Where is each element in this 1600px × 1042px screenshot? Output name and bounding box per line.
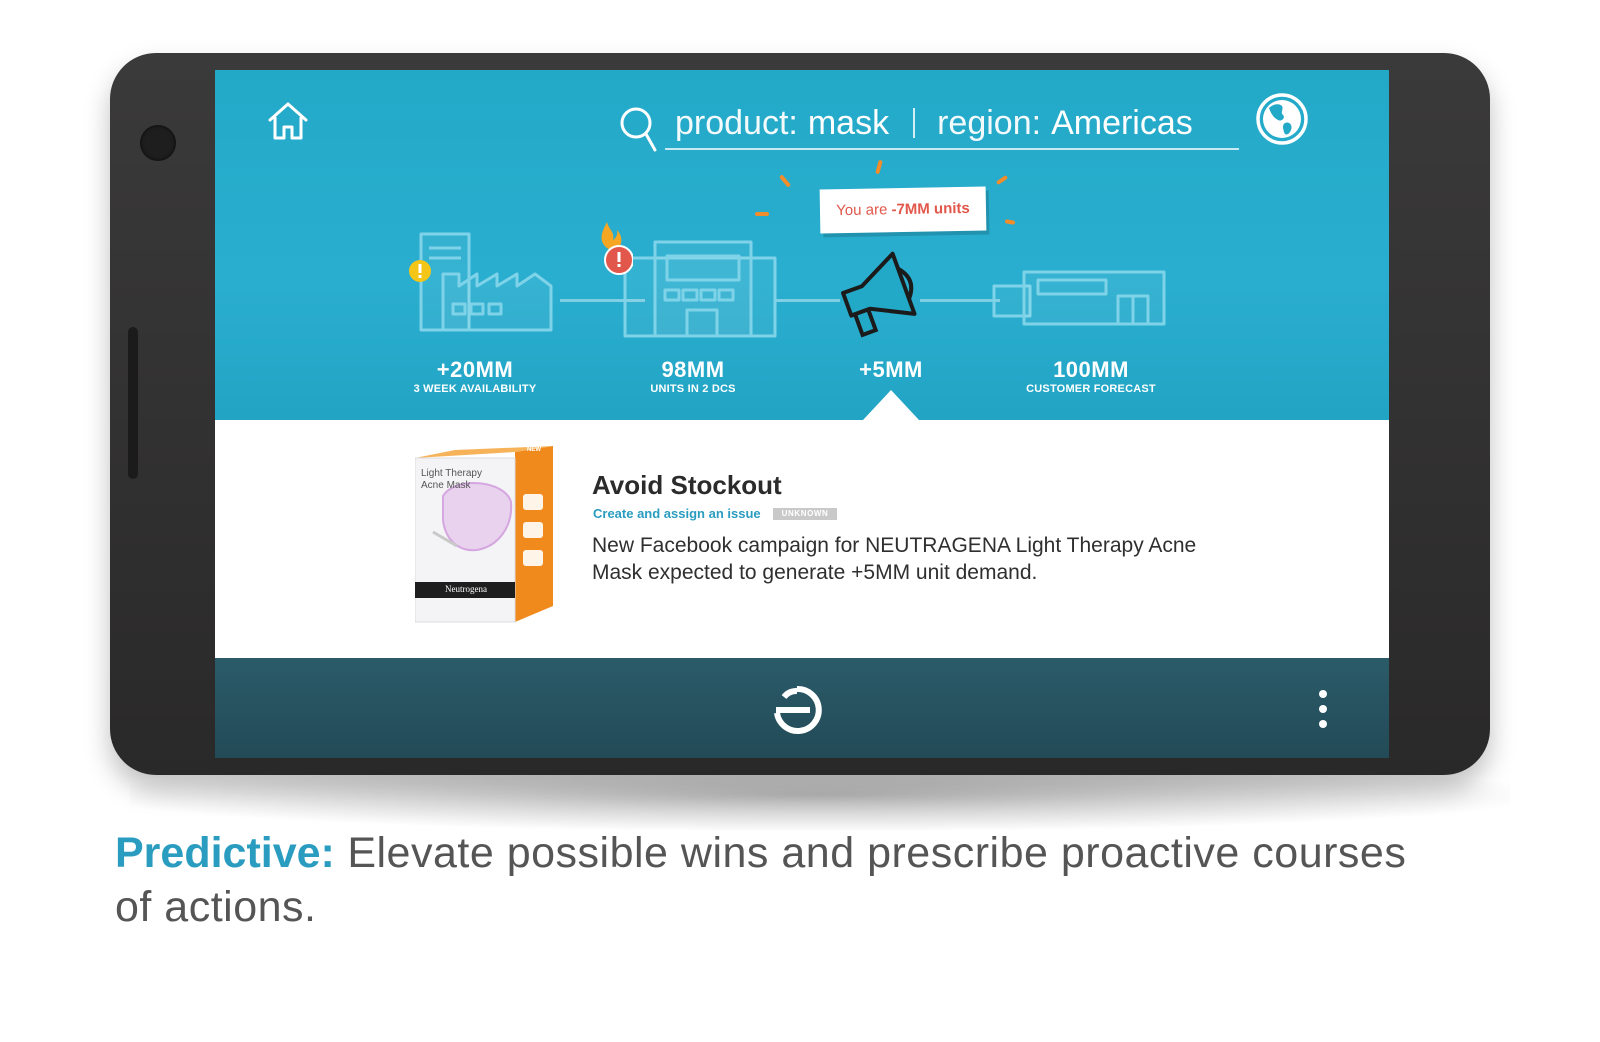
caption-highlight: Predictive: bbox=[115, 829, 335, 877]
speaker-slot bbox=[128, 327, 138, 479]
alert-prefix: You are bbox=[836, 201, 892, 220]
product-name-line1: Light Therapy bbox=[421, 468, 482, 479]
bottom-app-bar bbox=[215, 658, 1389, 758]
spark-mark bbox=[875, 159, 883, 175]
stat-customer-forecast: 100MM CUSTOMER FORECAST bbox=[981, 358, 1201, 396]
more-options-icon[interactable] bbox=[1309, 688, 1337, 730]
selection-pointer bbox=[863, 390, 919, 420]
search-query[interactable]: product: mask region: Americas bbox=[665, 98, 1239, 150]
store-icon[interactable] bbox=[990, 266, 1170, 336]
insight-card: NEW Light Therapy Acne Mask Neutrogena A… bbox=[215, 420, 1389, 658]
product-corner-badge: NEW bbox=[527, 447, 541, 453]
query-value-product: mask bbox=[807, 104, 890, 142]
stat-dc-units: 98MM UNITS IN 2 DCS bbox=[583, 358, 803, 396]
globe-icon[interactable] bbox=[1255, 92, 1309, 146]
stat-label: UNITS IN 2 DCS bbox=[650, 383, 736, 395]
warning-icon bbox=[409, 260, 431, 282]
spark-mark bbox=[778, 174, 792, 188]
stat-value: 98MM bbox=[661, 357, 725, 382]
stat-campaign-demand: +5MM bbox=[781, 358, 1001, 382]
product-brand: Neutrogena bbox=[445, 584, 487, 594]
megaphone-icon[interactable] bbox=[835, 246, 927, 338]
warehouse-icon[interactable] bbox=[595, 222, 785, 338]
query-key-product: product: bbox=[675, 104, 798, 142]
supply-chain-panel: product: mask region: Americas You are -… bbox=[215, 70, 1389, 420]
factory-icon[interactable] bbox=[409, 228, 563, 338]
app-screen: product: mask region: Americas You are -… bbox=[215, 70, 1389, 758]
card-description: New Facebook campaign for NEUTRAGENA Lig… bbox=[592, 534, 1197, 584]
stockout-alert-tooltip: You are -7MM units bbox=[819, 186, 987, 234]
dot bbox=[1319, 720, 1327, 728]
spark-mark bbox=[995, 174, 1009, 186]
spark-mark bbox=[1004, 219, 1016, 225]
query-value-region: Americas bbox=[1051, 104, 1193, 142]
flow-connector bbox=[920, 299, 1000, 302]
card-title: Avoid Stockout bbox=[592, 470, 782, 500]
create-issue-link[interactable]: Create and assign an issue bbox=[593, 506, 761, 521]
app-logo-icon[interactable] bbox=[770, 683, 824, 737]
stat-label: CUSTOMER FORECAST bbox=[1026, 383, 1156, 395]
dot bbox=[1319, 690, 1327, 698]
alert-amount: -7MM units bbox=[891, 199, 970, 219]
stat-availability: +20MM 3 WEEK AVAILABILITY bbox=[365, 358, 585, 396]
stat-value: +5MM bbox=[859, 357, 923, 382]
search-icon[interactable] bbox=[617, 104, 663, 156]
spark-mark bbox=[755, 212, 769, 216]
stat-value: +20MM bbox=[436, 357, 514, 382]
fire-alert-icon bbox=[601, 222, 633, 275]
product-box-image: NEW Light Therapy Acne Mask Neutrogena bbox=[414, 446, 563, 632]
query-key-region: region: bbox=[937, 104, 1042, 142]
home-icon[interactable] bbox=[265, 98, 311, 144]
status-badge: UNKNOWN bbox=[773, 508, 837, 520]
camera-icon bbox=[140, 125, 176, 161]
stat-value: 100MM bbox=[1053, 357, 1129, 382]
product-name-line2: Acne Mask bbox=[421, 480, 471, 491]
stat-label: 3 WEEK AVAILABILITY bbox=[413, 383, 537, 395]
dot bbox=[1319, 705, 1327, 713]
query-divider bbox=[913, 108, 916, 138]
feature-caption: Predictive: Elevate possible wins and pr… bbox=[115, 826, 1445, 934]
